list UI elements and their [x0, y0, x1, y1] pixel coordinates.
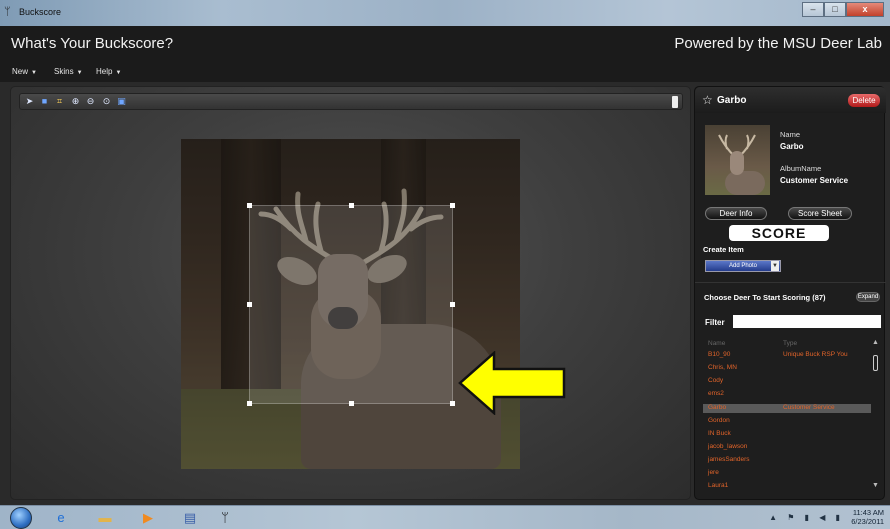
- zoom-out-icon[interactable]: ⊖: [85, 96, 96, 107]
- powered-by-text: Powered by the MSU Deer Lab: [674, 35, 882, 52]
- list-item[interactable]: Laura1: [708, 482, 728, 489]
- app-header: What's Your Buckscore? Powered by the MS…: [0, 26, 890, 62]
- album-label: AlbumName: [780, 164, 822, 173]
- list-item[interactable]: jacob_lawson: [708, 443, 747, 450]
- expand-button[interactable]: Expand: [856, 292, 880, 302]
- title-bar: ᛘ Buckscore – □ x: [0, 0, 890, 26]
- yellow-arrow-icon: [458, 351, 566, 415]
- scroll-down-icon[interactable]: ▼: [872, 482, 879, 489]
- create-item-label: Create Item: [703, 245, 744, 254]
- deer-thumbnail[interactable]: [705, 125, 770, 195]
- crop-handle-br[interactable]: [450, 401, 455, 406]
- crop-selection[interactable]: [247, 203, 455, 406]
- minimize-button[interactable]: –: [802, 2, 824, 17]
- add-photo-dropdown[interactable]: Add Photo ▼: [705, 260, 781, 272]
- documents-icon[interactable]: ▤: [177, 509, 203, 527]
- crop-handle-tr[interactable]: [450, 203, 455, 208]
- menu-new[interactable]: New ▼: [12, 67, 37, 76]
- list-item[interactable]: ems2: [708, 390, 724, 397]
- window-title: Buckscore: [19, 7, 62, 17]
- list-item-selected[interactable]: Garbo: [708, 404, 726, 411]
- filter-input[interactable]: [733, 315, 881, 328]
- menu-help[interactable]: Help ▼: [96, 67, 121, 76]
- list-item[interactable]: IN Buck: [708, 430, 731, 437]
- app-title: What's Your Buckscore?: [11, 35, 174, 52]
- image-canvas: ➤ ■ ⌗ ⊕ ⊖ ⊙ ▣: [10, 86, 691, 500]
- maximize-button[interactable]: □: [824, 2, 846, 17]
- start-button[interactable]: [10, 507, 32, 529]
- menu-skins[interactable]: Skins ▼: [54, 67, 83, 76]
- menu-bar: New ▼ Skins ▼ Help ▼: [0, 62, 890, 82]
- list-item[interactable]: B10_90: [708, 351, 730, 358]
- column-header-name[interactable]: Name: [708, 340, 725, 347]
- list-item[interactable]: Gordon: [708, 417, 730, 424]
- crop-handle-r[interactable]: [450, 302, 455, 307]
- filter-label: Filter: [705, 318, 725, 327]
- delete-button[interactable]: Delete: [848, 94, 880, 107]
- score-sheet-button[interactable]: Score Sheet: [788, 207, 852, 220]
- caret-down-icon: ▼: [31, 70, 37, 76]
- name-value: Garbo: [780, 142, 804, 151]
- deer-app-icon: ᛘ: [4, 6, 11, 18]
- deer-info-button[interactable]: Deer Info: [705, 207, 767, 220]
- crop-handle-l[interactable]: [247, 302, 252, 307]
- caret-down-icon: ▼: [115, 70, 122, 76]
- window-controls: – □ x: [802, 2, 884, 17]
- save-icon[interactable]: ■: [39, 96, 50, 107]
- toolbar-scroll-handle[interactable]: [672, 96, 678, 108]
- score-button[interactable]: SCORE: [729, 225, 829, 241]
- panel-header: ☆ Garbo Delete: [695, 87, 886, 113]
- list-item-type: Customer Service: [783, 404, 835, 411]
- pointer-icon[interactable]: ➤: [24, 96, 35, 107]
- name-label: Name: [780, 130, 801, 139]
- crop-handle-bl[interactable]: [247, 401, 252, 406]
- scrollbar-thumb[interactable]: [873, 355, 878, 371]
- deer-details-panel: ☆ Garbo Delete Name Garbo AlbumName Cust…: [694, 86, 886, 500]
- deer-list-title: Choose Deer To Start Scoring (87): [704, 293, 826, 302]
- browser-icon[interactable]: e: [48, 509, 74, 527]
- list-item-type: Unique Buck RSP You: [783, 351, 848, 358]
- buckscore-taskbar-icon[interactable]: ᛘ: [212, 509, 238, 527]
- panel-divider: [695, 282, 886, 283]
- list-item[interactable]: Chris, MN: [708, 364, 737, 371]
- zoom-in-icon[interactable]: ⊕: [70, 96, 81, 107]
- clock[interactable]: 11:43 AM 6/23/2011: [851, 508, 884, 526]
- list-item[interactable]: jamesSanders: [708, 456, 750, 463]
- taskbar: e ▬ ▶ ▤ ᛘ ▲ ⚑ ▮ ◀ ▮ 11:43 AM 6/23/2011: [0, 505, 890, 529]
- list-item[interactable]: jere: [708, 469, 719, 476]
- folder-icon[interactable]: ▬: [92, 509, 118, 527]
- crop-icon[interactable]: ⌗: [54, 96, 65, 107]
- caret-down-icon: ▼: [76, 70, 83, 76]
- crop-handle-tl[interactable]: [247, 203, 252, 208]
- chevron-down-icon[interactable]: ▼: [771, 261, 779, 271]
- crop-handle-b[interactable]: [349, 401, 354, 406]
- scroll-up-icon[interactable]: ▲: [872, 339, 879, 346]
- crop-handle-t[interactable]: [349, 203, 354, 208]
- album-value: Customer Service: [780, 176, 849, 185]
- column-header-type[interactable]: Type: [783, 340, 797, 347]
- deer-name-heading: Garbo: [717, 95, 747, 106]
- system-tray[interactable]: ▲ ⚑ ▮ ◀ ▮: [769, 513, 844, 522]
- star-icon[interactable]: ☆: [702, 93, 713, 107]
- zoom-fit-icon[interactable]: ⊙: [101, 96, 112, 107]
- fullscreen-icon[interactable]: ▣: [116, 96, 127, 107]
- list-item[interactable]: Cody: [708, 377, 723, 384]
- image-toolbar: ➤ ■ ⌗ ⊕ ⊖ ⊙ ▣: [19, 93, 683, 110]
- media-player-icon[interactable]: ▶: [135, 509, 161, 527]
- close-button[interactable]: x: [846, 2, 884, 17]
